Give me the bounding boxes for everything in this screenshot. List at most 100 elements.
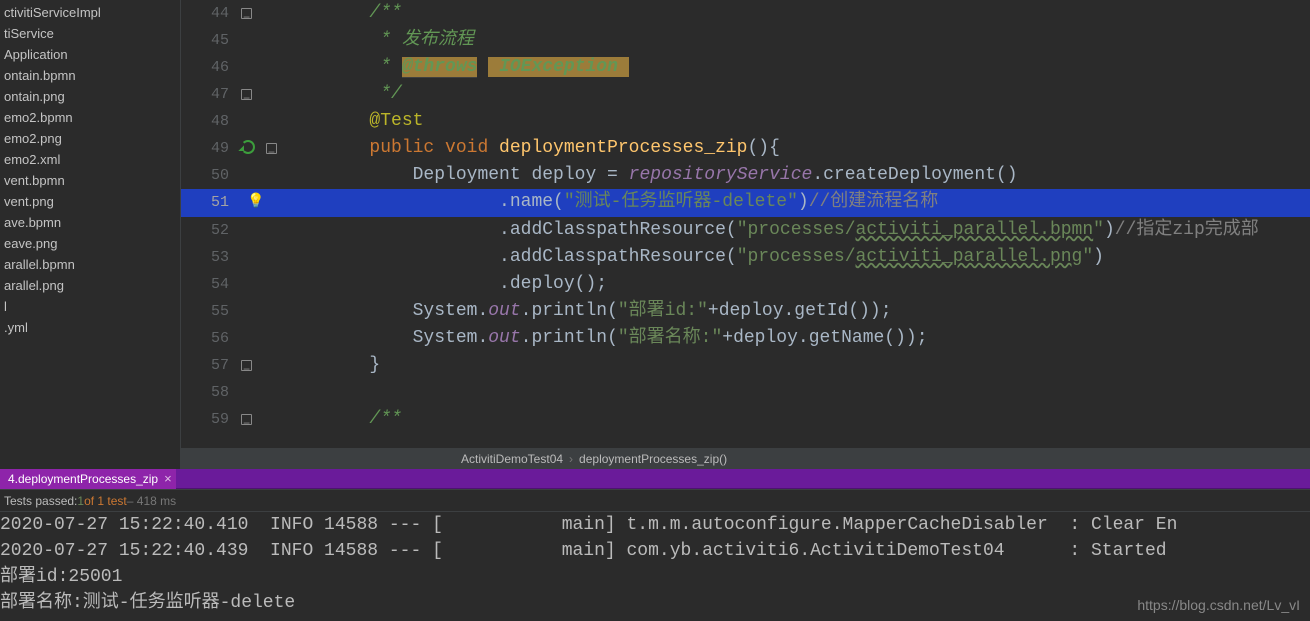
line-number: 58 bbox=[181, 379, 241, 406]
console-output[interactable]: 2020-07-27 15:22:40.410 INFO 14588 --- [… bbox=[0, 511, 1310, 621]
file-tree-item[interactable]: ave.bpmn bbox=[0, 212, 180, 233]
fold-icon[interactable] bbox=[241, 360, 252, 371]
line-number: 56 bbox=[181, 325, 241, 352]
file-tree-item[interactable]: vent.png bbox=[0, 191, 180, 212]
gutter[interactable] bbox=[241, 298, 281, 325]
code-text[interactable]: /** bbox=[281, 406, 1310, 433]
code-text[interactable]: .deploy(); bbox=[281, 271, 1310, 298]
gutter[interactable] bbox=[241, 244, 281, 271]
breadcrumb-method[interactable]: deploymentProcesses_zip() bbox=[579, 452, 727, 466]
code-editor[interactable]: 44 /**45 * 发布流程46 * @throws IOException … bbox=[180, 0, 1310, 469]
line-number: 51 bbox=[181, 189, 241, 217]
file-tree-item[interactable]: l bbox=[0, 296, 180, 317]
file-tree-item[interactable]: ontain.bpmn bbox=[0, 65, 180, 86]
code-line[interactable]: 49 public void deploymentProcesses_zip()… bbox=[181, 135, 1310, 162]
bulb-icon[interactable]: 💡 bbox=[247, 194, 264, 210]
line-number: 59 bbox=[181, 406, 241, 433]
code-text[interactable]: System.out.println("部署名称:"+deploy.getNam… bbox=[281, 325, 1310, 352]
code-text[interactable]: Deployment deploy = repositoryService.cr… bbox=[281, 162, 1310, 189]
console-line: 2020-07-27 15:22:40.410 INFO 14588 --- [… bbox=[0, 512, 1310, 538]
code-text[interactable]: * 发布流程 bbox=[281, 27, 1310, 54]
gutter[interactable] bbox=[241, 217, 281, 244]
fold-icon[interactable] bbox=[266, 143, 277, 154]
run-tab[interactable]: 4.deploymentProcesses_zip × bbox=[0, 469, 176, 489]
file-tree-item[interactable]: Application bbox=[0, 44, 180, 65]
file-tree-item[interactable]: vent.bpmn bbox=[0, 170, 180, 191]
gutter[interactable] bbox=[241, 27, 281, 54]
gutter[interactable] bbox=[241, 162, 281, 189]
close-icon[interactable]: × bbox=[164, 471, 172, 486]
code-text[interactable]: .name("测试-任务监听器-delete")//创建流程名称 bbox=[281, 189, 1310, 217]
line-number: 48 bbox=[181, 108, 241, 135]
fold-icon[interactable] bbox=[241, 89, 252, 100]
tool-tab-bar: 4.deploymentProcesses_zip × bbox=[0, 469, 1310, 489]
code-line[interactable]: 48 @Test bbox=[181, 108, 1310, 135]
breadcrumb-sep: › bbox=[569, 452, 573, 466]
code-line[interactable]: 44 /** bbox=[181, 0, 1310, 27]
breadcrumb-class[interactable]: ActivitiDemoTest04 bbox=[461, 452, 563, 466]
tab-label: 4.deploymentProcesses_zip bbox=[8, 472, 158, 486]
file-tree-item[interactable]: emo2.xml bbox=[0, 149, 180, 170]
gutter[interactable] bbox=[241, 135, 281, 162]
line-number: 52 bbox=[181, 217, 241, 244]
code-line[interactable]: 55 System.out.println("部署id:"+deploy.get… bbox=[181, 298, 1310, 325]
code-line[interactable]: 46 * @throws IOException bbox=[181, 54, 1310, 81]
code-text[interactable]: public void deploymentProcesses_zip(){ bbox=[281, 135, 1310, 162]
code-line[interactable]: 45 * 发布流程 bbox=[181, 27, 1310, 54]
code-line[interactable]: 50 Deployment deploy = repositoryService… bbox=[181, 162, 1310, 189]
code-text[interactable]: */ bbox=[281, 81, 1310, 108]
breadcrumb[interactable]: ActivitiDemoTest04 › deploymentProcesses… bbox=[181, 447, 1310, 469]
code-text[interactable] bbox=[281, 379, 1310, 406]
code-line[interactable]: 58 bbox=[181, 379, 1310, 406]
code-line[interactable]: 59 /** bbox=[181, 406, 1310, 433]
line-number: 55 bbox=[181, 298, 241, 325]
line-number: 53 bbox=[181, 244, 241, 271]
code-text[interactable]: /** bbox=[281, 0, 1310, 27]
fold-icon[interactable] bbox=[241, 8, 252, 19]
line-number: 49 bbox=[181, 135, 241, 162]
code-line[interactable]: 54 .deploy(); bbox=[181, 271, 1310, 298]
code-text[interactable]: .addClasspathResource("processes/activit… bbox=[281, 244, 1310, 271]
code-text[interactable]: @Test bbox=[281, 108, 1310, 135]
file-tree-item[interactable]: eave.png bbox=[0, 233, 180, 254]
gutter[interactable] bbox=[241, 0, 281, 27]
code-line[interactable]: 47 */ bbox=[181, 81, 1310, 108]
gutter[interactable]: 💡 bbox=[241, 189, 281, 217]
file-tree-item[interactable]: emo2.bpmn bbox=[0, 107, 180, 128]
file-tree-item[interactable]: emo2.png bbox=[0, 128, 180, 149]
file-tree-item[interactable]: arallel.png bbox=[0, 275, 180, 296]
code-line[interactable]: 51 💡 .name("测试-任务监听器-delete")//创建流程名称 bbox=[181, 189, 1310, 217]
fold-icon[interactable] bbox=[241, 414, 252, 425]
status-label: Tests passed: bbox=[4, 494, 77, 508]
file-tree-item[interactable]: ctivitiServiceImpl bbox=[0, 2, 180, 23]
gutter[interactable] bbox=[241, 271, 281, 298]
gutter[interactable] bbox=[241, 325, 281, 352]
code-text[interactable]: } bbox=[281, 352, 1310, 379]
gutter[interactable] bbox=[241, 108, 281, 135]
gutter[interactable] bbox=[241, 54, 281, 81]
code-line[interactable]: 53 .addClasspathResource("processes/acti… bbox=[181, 244, 1310, 271]
code-line[interactable]: 57 } bbox=[181, 352, 1310, 379]
gutter[interactable] bbox=[241, 406, 281, 433]
main-area: ctivitiServiceImpltiServiceApplicationon… bbox=[0, 0, 1310, 469]
line-number: 45 bbox=[181, 27, 241, 54]
project-tree[interactable]: ctivitiServiceImpltiServiceApplicationon… bbox=[0, 0, 180, 469]
code-line[interactable]: 56 System.out.println("部署名称:"+deploy.get… bbox=[181, 325, 1310, 352]
file-tree-item[interactable]: arallel.bpmn bbox=[0, 254, 180, 275]
gutter[interactable] bbox=[241, 81, 281, 108]
line-number: 57 bbox=[181, 352, 241, 379]
file-tree-item[interactable]: tiService bbox=[0, 23, 180, 44]
line-number: 44 bbox=[181, 0, 241, 27]
run-icon[interactable] bbox=[241, 140, 255, 154]
gutter[interactable] bbox=[241, 379, 281, 406]
status-time: – 418 ms bbox=[127, 494, 176, 508]
code-area[interactable]: 44 /**45 * 发布流程46 * @throws IOException … bbox=[181, 0, 1310, 447]
code-text[interactable]: System.out.println("部署id:"+deploy.getId(… bbox=[281, 298, 1310, 325]
gutter[interactable] bbox=[241, 352, 281, 379]
code-text[interactable]: .addClasspathResource("processes/activit… bbox=[281, 217, 1310, 244]
code-line[interactable]: 52 .addClasspathResource("processes/acti… bbox=[181, 217, 1310, 244]
file-tree-item[interactable]: ontain.png bbox=[0, 86, 180, 107]
file-tree-item[interactable]: .yml bbox=[0, 317, 180, 338]
code-text[interactable]: * @throws IOException bbox=[281, 54, 1310, 81]
line-number: 46 bbox=[181, 54, 241, 81]
